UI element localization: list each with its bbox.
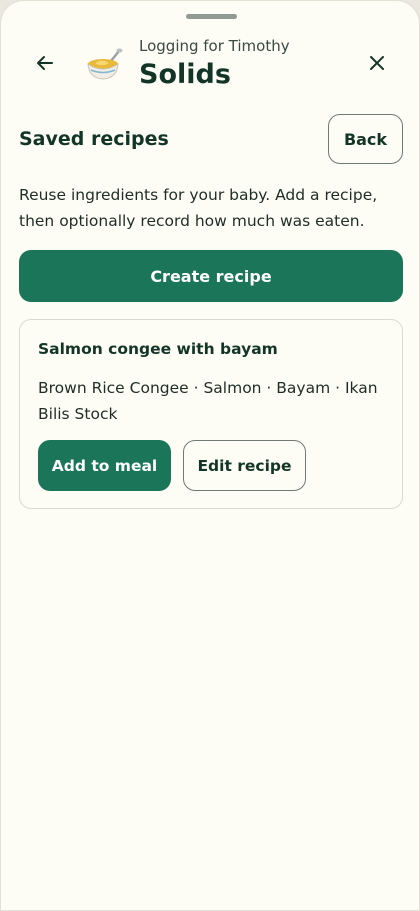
arrow-left-icon[interactable] <box>31 49 59 77</box>
edit-recipe-button[interactable]: Edit recipe <box>183 440 306 491</box>
add-to-meal-button[interactable]: Add to meal <box>38 440 171 491</box>
create-recipe-button[interactable]: Create recipe <box>19 250 403 302</box>
recipe-ingredients: Brown Rice Congee · Salmon · Bayam · Ika… <box>38 379 378 423</box>
back-button[interactable]: Back <box>328 114 403 164</box>
bottom-sheet: Logging for Timothy Solids Saved recipes… <box>0 0 420 911</box>
drag-handle[interactable] <box>186 14 237 19</box>
section-description: Reuse ingredients for your baby. Add a r… <box>19 186 378 230</box>
logging-subtitle: Logging for Timothy <box>139 37 290 55</box>
close-icon[interactable] <box>363 49 391 77</box>
recipe-card: Salmon congee with bayam Brown Rice Cong… <box>19 319 403 509</box>
section-title: Saved recipes <box>19 128 169 150</box>
header: Logging for Timothy Solids <box>1 33 419 103</box>
page-title: Solids <box>139 59 231 90</box>
recipe-name: Salmon congee with bayam <box>38 340 278 358</box>
bowl-icon <box>85 45 125 85</box>
